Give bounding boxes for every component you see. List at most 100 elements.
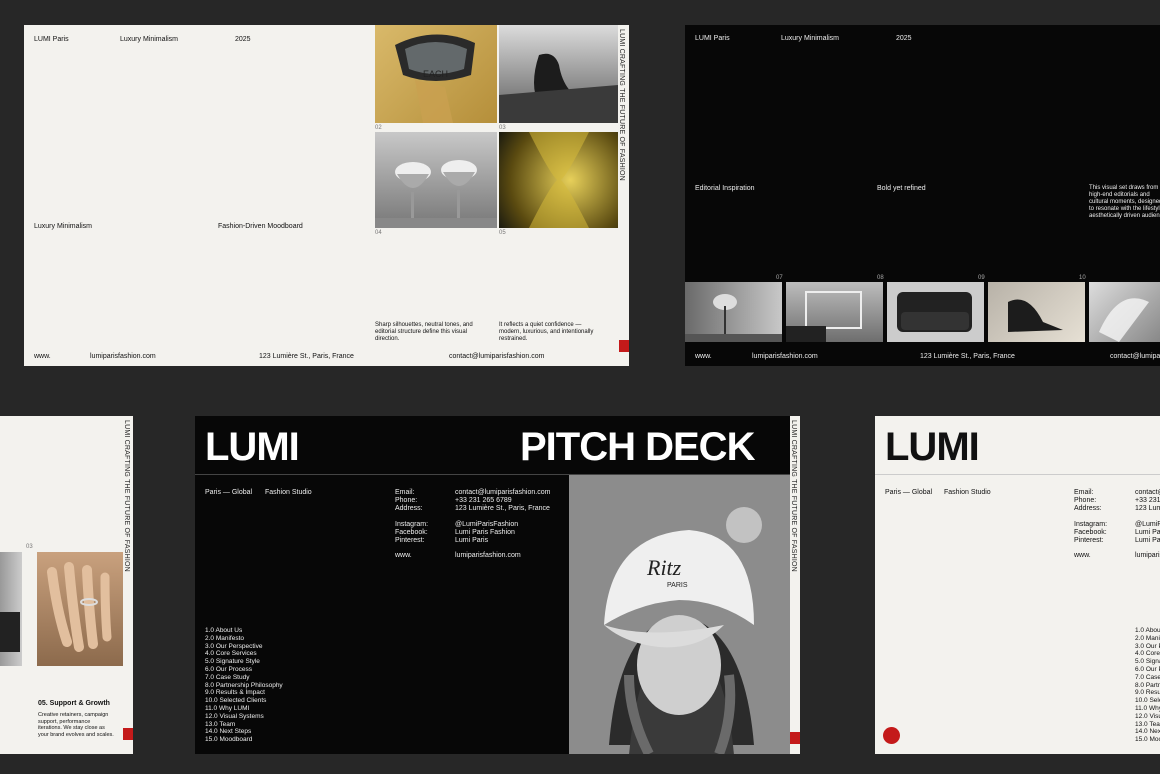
social-key: Pinterest: xyxy=(395,537,425,544)
contact-key: Email: xyxy=(395,489,415,496)
toc-item[interactable]: 10.0 Selected Clients xyxy=(1135,697,1160,705)
toc-item[interactable]: 1.0 About Us xyxy=(1135,627,1160,635)
toc-item[interactable]: 14.0 Next Steps xyxy=(1135,728,1160,736)
section-label: Luxury Minimalism xyxy=(34,223,92,230)
footer-email[interactable]: contact@lumiparisfashion.com xyxy=(1110,353,1160,361)
social-facebook[interactable]: Lumi Paris Fashion xyxy=(1135,529,1160,537)
contact-key: Phone: xyxy=(395,497,418,504)
vertical-tagline: LUMI CRAFTING THE FUTURE OF FASHION xyxy=(618,29,625,181)
contact-block: Email: contact@lumiparisfashion.com Phone… xyxy=(395,489,550,513)
toc-item[interactable]: 12.0 Visual Systems xyxy=(205,713,283,721)
slide-cover-cream[interactable]: LUMI Paris — Global Fashion Studio Email… xyxy=(875,416,1160,754)
table-of-contents: 1.0 About Us 2.0 Manifesto 3.0 Our Persp… xyxy=(205,627,283,744)
toc-item[interactable]: 5.0 Signature Style xyxy=(1135,658,1160,666)
footer-site[interactable]: lumiparisfashion.com xyxy=(90,353,156,361)
toc-item[interactable]: 7.0 Case Study xyxy=(1135,674,1160,682)
gold-hourglass-image xyxy=(499,132,618,228)
table-of-contents: 1.0 About Us 2.0 Manifesto 3.0 Our Persp… xyxy=(1135,627,1160,744)
brand-label: LUMI Paris xyxy=(695,35,730,42)
img-num: 04 xyxy=(375,230,382,236)
ring-hand-image xyxy=(37,552,123,666)
toc-item[interactable]: 1.0 About Us xyxy=(205,627,283,635)
web-block: www. lumiparisfashion.com xyxy=(395,552,521,560)
toc-item[interactable]: 8.0 Partnership Philosophy xyxy=(1135,682,1160,690)
toc-item[interactable]: 6.0 Our Process xyxy=(1135,666,1160,674)
toc-item[interactable]: 11.0 Why LUMI xyxy=(1135,705,1160,713)
support-text: Creative retainers, campaign support, pe… xyxy=(38,712,114,738)
web-link[interactable]: lumiparisfashion.com xyxy=(1135,552,1160,560)
toc-item[interactable]: 5.0 Signature Style xyxy=(205,658,283,666)
toc-item[interactable]: 7.0 Case Study xyxy=(205,674,283,682)
web-key: www. xyxy=(1074,552,1091,559)
contact-key: Email: xyxy=(1074,489,1094,496)
cover-title: LUMI xyxy=(885,425,980,469)
red-dot-icon xyxy=(883,727,900,744)
slide-moodboard[interactable]: LUMI Paris Luxury Minimalism 2025 Luxury… xyxy=(24,25,629,366)
fabric-image xyxy=(1089,282,1160,342)
footer-www: www. xyxy=(34,353,51,360)
brand-label: LUMI Paris xyxy=(34,36,69,43)
contact-phone[interactable]: +33 231 265 6789 xyxy=(455,497,550,505)
toc-item[interactable]: 4.0 Core Services xyxy=(205,650,283,658)
toc-item[interactable]: 3.0 Our Perspective xyxy=(1135,643,1160,651)
social-key: Facebook: xyxy=(395,529,428,536)
refined-label: Bold yet refined xyxy=(877,185,926,192)
img-num: 08 xyxy=(877,275,884,281)
contact-key: Phone: xyxy=(1074,497,1097,504)
social-pinterest[interactable]: Lumi Paris xyxy=(455,537,518,545)
social-instagram[interactable]: @LumiParisFashion xyxy=(455,521,518,529)
toc-item[interactable]: 4.0 Core Services xyxy=(1135,650,1160,658)
footer-www: www. xyxy=(695,353,712,360)
toc-item[interactable]: 10.0 Selected Clients xyxy=(205,697,283,705)
location-label: Paris — Global xyxy=(205,489,253,496)
social-facebook[interactable]: Lumi Paris Fashion xyxy=(455,529,518,537)
toc-item[interactable]: 12.0 Visual Systems xyxy=(1135,713,1160,721)
lamp-image xyxy=(685,282,782,342)
vertical-tagline: LUMI CRAFTING THE FUTURE OF FASHION xyxy=(123,420,130,572)
toc-item[interactable]: 2.0 Manifesto xyxy=(1135,635,1160,643)
glass-table-image xyxy=(786,282,883,342)
img-num: 07 xyxy=(776,275,783,281)
slide-editorial[interactable]: LUMI Paris Luxury Minimalism 2025 Editor… xyxy=(685,25,1160,366)
toc-item[interactable]: 8.0 Partnership Philosophy xyxy=(205,682,283,690)
concept-label: Luxury Minimalism xyxy=(781,35,839,42)
footer-email[interactable]: contact@lumiparisfashion.com xyxy=(449,353,544,361)
contact-address: 123 Lumière St., Paris, France xyxy=(455,505,550,512)
concept-label: Luxury Minimalism xyxy=(120,36,178,43)
social-pinterest[interactable]: Lumi Paris xyxy=(1135,537,1160,545)
year-label: 2025 xyxy=(896,35,912,42)
toc-item[interactable]: 13.0 Team xyxy=(205,721,283,729)
body-text-b: It reflects a quiet confidence — modern,… xyxy=(499,322,594,342)
slide-support[interactable]: 03 05. Support & Growth Creative retaine… xyxy=(0,416,133,754)
contact-phone[interactable]: +33 231 265 6789 xyxy=(1135,497,1160,505)
toc-item[interactable]: 6.0 Our Process xyxy=(205,666,283,674)
moodboard-label: Fashion-Driven Moodboard xyxy=(218,223,303,230)
toc-item[interactable]: 2.0 Manifesto xyxy=(205,635,283,643)
accent-square xyxy=(123,728,133,740)
studio-label: Fashion Studio xyxy=(944,489,991,496)
contact-email[interactable]: contact@lumiparisfashion.com xyxy=(455,489,550,497)
chrome-chair-image xyxy=(499,25,618,123)
contact-key: Address: xyxy=(1074,505,1102,512)
body-text-a: Sharp silhouettes, neutral tones, and ed… xyxy=(375,322,473,342)
web-link[interactable]: lumiparisfashion.com xyxy=(455,552,521,560)
toc-item[interactable]: 14.0 Next Steps xyxy=(205,728,283,736)
contact-email[interactable]: contact@lumiparisfashion.com xyxy=(1135,489,1160,497)
silver-cups-image xyxy=(375,132,497,228)
cover-title-right: PITCH DECK xyxy=(520,425,755,469)
slide-pitch-deck-cover[interactable]: LUMI PITCH DECK Paris — Global Fashion S… xyxy=(195,416,800,754)
social-key: Instagram: xyxy=(1074,521,1108,528)
toc-item[interactable]: 11.0 Why LUMI xyxy=(205,705,283,713)
divider xyxy=(875,474,1160,475)
toc-item[interactable]: 9.0 Results & Impact xyxy=(205,689,283,697)
toc-item[interactable]: 15.0 Moodboard xyxy=(1135,736,1160,744)
year-label: 2025 xyxy=(235,36,251,43)
footer-site[interactable]: lumiparisfashion.com xyxy=(752,353,818,361)
social-block: Instagram: @LumiParisFashion Facebook: Lum… xyxy=(395,521,518,545)
toc-item[interactable]: 9.0 Results & Impact xyxy=(1135,689,1160,697)
toc-item[interactable]: 3.0 Our Perspective xyxy=(205,643,283,651)
contact-address: 123 Lumière St., Paris, France xyxy=(1135,505,1160,512)
toc-item[interactable]: 13.0 Team xyxy=(1135,721,1160,729)
toc-item[interactable]: 15.0 Moodboard xyxy=(205,736,283,744)
social-instagram[interactable]: @LumiParisFashion xyxy=(1135,521,1160,529)
